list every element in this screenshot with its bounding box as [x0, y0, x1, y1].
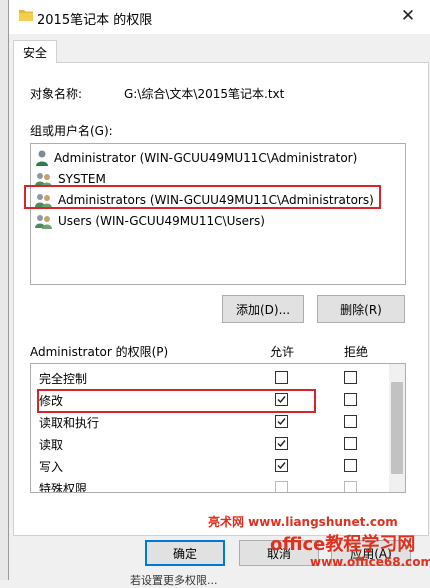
window-title: 2015笔记本 的权限: [37, 13, 153, 28]
checkmark-icon: [277, 462, 286, 470]
groups-label: 组或用户名(G):: [30, 124, 113, 138]
deny-column-header: 拒绝: [344, 345, 369, 359]
list-item-label: SYSTEM: [58, 172, 106, 186]
allow-checkbox[interactable]: [275, 481, 288, 492]
tab-security[interactable]: 安全: [13, 40, 57, 63]
permissions-title: Administrator 的权限(P): [30, 345, 169, 359]
ok-button[interactable]: 确定: [145, 540, 225, 566]
object-name-label: 对象名称:: [30, 87, 83, 101]
permission-row-special: 特殊权限: [31, 476, 387, 493]
deny-checkbox[interactable]: [344, 459, 357, 472]
checkmark-icon: [277, 440, 286, 448]
allow-checkbox[interactable]: [275, 371, 288, 384]
watermark-line-1: 亮术网 www.liangshunet.com: [208, 515, 398, 529]
deny-checkbox[interactable]: [344, 481, 357, 492]
allow-checkbox[interactable]: [275, 459, 288, 472]
group-users-icon: [35, 215, 52, 229]
list-item-label: Users (WIN-GCUU49MU11C\Users): [58, 214, 265, 228]
security-panel: 对象名称: G:\综合\文本\2015笔记本.txt 组或用户名(G): Adm…: [13, 62, 429, 536]
highlight-box-administrators: [24, 185, 381, 209]
list-item-label: Administrator (WIN-GCUU49MU11C\Administr…: [54, 151, 358, 165]
deny-checkbox[interactable]: [344, 415, 357, 428]
object-name-value: G:\综合\文本\2015笔记本.txt: [124, 87, 285, 101]
permission-row-read: 读取: [31, 432, 387, 454]
permission-name: 完全控制: [39, 372, 88, 386]
tab-security-label: 安全: [22, 45, 47, 60]
permission-row-read-execute: 读取和执行: [31, 410, 387, 432]
close-icon: ✕: [400, 6, 416, 26]
deny-checkbox[interactable]: [344, 393, 357, 406]
scrollbar-thumb[interactable]: [391, 382, 403, 474]
clipped-bottom-text: 若设置更多权限...: [130, 574, 218, 587]
permissions-scrollbar[interactable]: [389, 364, 405, 492]
permission-name: 读取和执行: [39, 416, 100, 430]
group-user-list[interactable]: Administrator (WIN-GCUU49MU11C\Administr…: [30, 143, 406, 285]
checkmark-icon: [277, 418, 286, 426]
permission-row-full-control: 完全控制: [31, 366, 387, 388]
permission-name: 写入: [39, 460, 64, 474]
permission-name: 特殊权限: [39, 482, 88, 493]
single-user-icon: [36, 150, 48, 166]
allow-checkbox[interactable]: [275, 415, 288, 428]
folder-icon: [19, 10, 33, 21]
remove-button[interactable]: 删除(R): [317, 295, 405, 323]
permission-name: 读取: [39, 438, 64, 452]
permissions-dialog: 2015笔记本 的权限 ✕ 安全 对象名称: G:\综合\文本\2015笔记本.…: [8, 0, 430, 580]
allow-column-header: 允许: [270, 345, 295, 359]
highlight-box-modify: [37, 389, 316, 413]
list-item-users[interactable]: Users (WIN-GCUU49MU11C\Users): [35, 211, 265, 231]
watermark-line-2: office教程学习网: [270, 534, 416, 555]
permission-row-write: 写入: [31, 454, 387, 476]
permissions-list[interactable]: 完全控制 修改 读取和执行 读取 写入 特殊权限: [30, 363, 406, 493]
watermark-line-3: www.office68.com: [310, 555, 430, 569]
title-bar: 2015笔记本 的权限 ✕: [9, 0, 430, 34]
deny-checkbox[interactable]: [344, 437, 357, 450]
allow-checkbox[interactable]: [275, 437, 288, 450]
close-button[interactable]: ✕: [391, 2, 425, 30]
add-button[interactable]: 添加(D)...: [222, 295, 304, 323]
deny-checkbox[interactable]: [344, 371, 357, 384]
list-item-administrator[interactable]: Administrator (WIN-GCUU49MU11C\Administr…: [35, 148, 357, 168]
